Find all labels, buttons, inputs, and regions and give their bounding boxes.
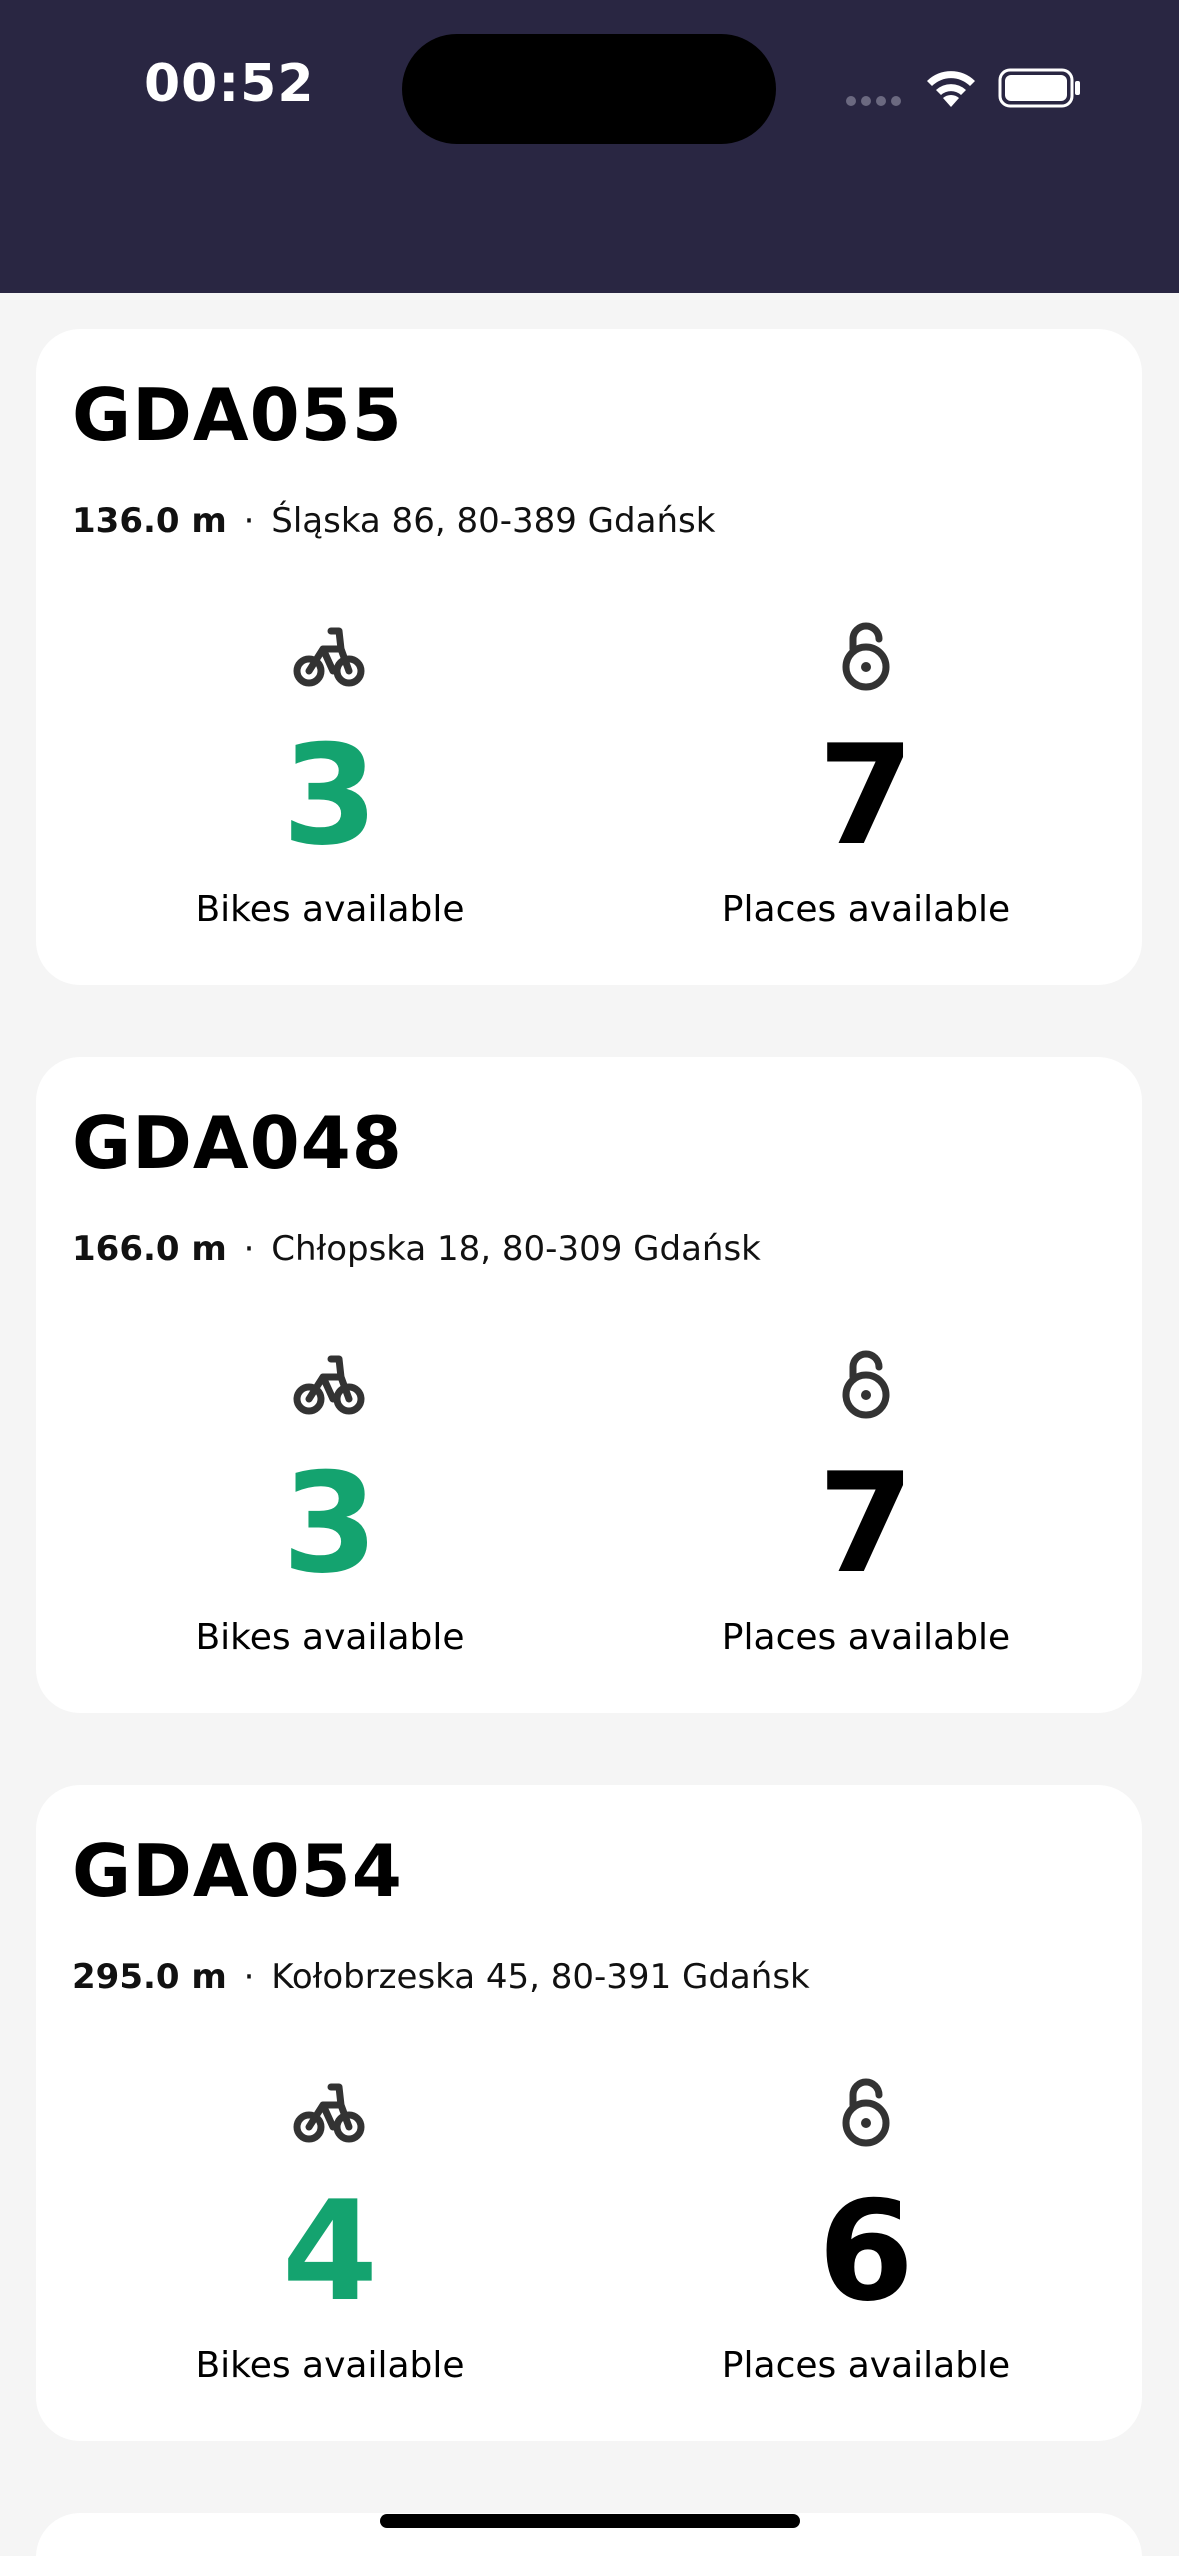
dynamic-island [402, 34, 776, 144]
status-time: 00:52 [144, 54, 315, 114]
station-code: GDA055 [72, 373, 403, 457]
battery-icon [998, 68, 1080, 108]
places-stat: 6 Places available [656, 2075, 1076, 2386]
home-indicator[interactable] [380, 2514, 800, 2528]
bikes-label: Bikes available [195, 2345, 465, 2386]
bikes-count: 4 [281, 2171, 379, 2332]
bicycle-icon [293, 1355, 365, 1415]
padlock-open-icon [842, 622, 890, 691]
places-stat: 7 Places available [656, 1347, 1076, 1658]
station-location: 295.0 m · Kołobrzeska 45, 80-391 Gdańsk [72, 1957, 810, 1997]
station-location: 166.0 m · Chłopska 18, 80-309 Gdańsk [72, 1229, 761, 1269]
bicycle-icon [293, 627, 365, 687]
places-stat: 7 Places available [656, 619, 1076, 930]
station-address: Śląska 86, 80-389 Gdańsk [271, 501, 716, 541]
separator: · [243, 1957, 255, 1997]
station-card[interactable]: GDA055 136.0 m · Śląska 86, 80-389 Gdańs… [36, 329, 1142, 985]
station-distance: 136.0 m [72, 501, 227, 541]
station-location: 136.0 m · Śląska 86, 80-389 Gdańsk [72, 501, 715, 541]
separator: · [243, 1229, 255, 1269]
bicycle-icon [293, 2083, 365, 2143]
station-distance: 166.0 m [72, 1229, 227, 1269]
padlock-open-icon [842, 2078, 890, 2147]
places-count: 7 [817, 1443, 915, 1604]
separator: · [243, 501, 255, 541]
padlock-open-icon [842, 1350, 890, 1419]
station-code: GDA048 [72, 1101, 403, 1185]
station-address: Chłopska 18, 80-309 Gdańsk [271, 1229, 761, 1269]
wifi-icon [927, 71, 975, 107]
bikes-label: Bikes available [195, 889, 465, 930]
bikes-count: 3 [281, 715, 379, 876]
places-label: Places available [721, 1617, 1011, 1658]
station-card[interactable]: GDA054 295.0 m · Kołobrzeska 45, 80-391 … [36, 1785, 1142, 2441]
cellular-signal-icon [846, 96, 901, 106]
screen: 00:52 GDA055 136.0 m · Śląska 86, 80-389… [0, 0, 1179, 2556]
bikes-label: Bikes available [195, 1617, 465, 1658]
places-count: 6 [817, 2171, 915, 2332]
station-code: GDA054 [72, 1829, 403, 1913]
bikes-count: 3 [281, 1443, 379, 1604]
station-card[interactable]: GDA048 166.0 m · Chłopska 18, 80-309 Gda… [36, 1057, 1142, 1713]
station-address: Kołobrzeska 45, 80-391 Gdańsk [271, 1957, 810, 1997]
places-label: Places available [721, 2345, 1011, 2386]
places-label: Places available [721, 889, 1011, 930]
bikes-stat: 3 Bikes available [120, 1347, 540, 1658]
status-bar: 00:52 [0, 0, 1179, 293]
station-distance: 295.0 m [72, 1957, 227, 1997]
places-count: 7 [817, 715, 915, 876]
bikes-stat: 4 Bikes available [120, 2075, 540, 2386]
bikes-stat: 3 Bikes available [120, 619, 540, 930]
